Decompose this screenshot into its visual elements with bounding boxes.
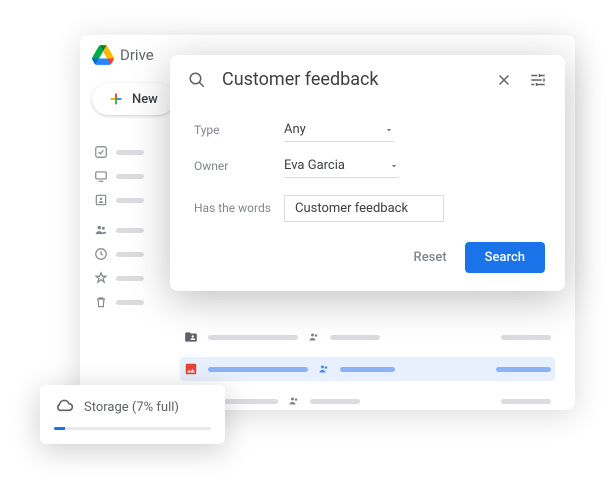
people-icon [94,223,108,237]
people-icon [288,395,300,407]
storage-fill [54,427,65,430]
filter-words-input[interactable] [284,195,444,222]
filter-owner-value: Eva Garcia [284,158,345,173]
sidebar-placeholder [116,252,144,257]
sidebar [94,145,144,309]
search-button[interactable]: Search [465,242,545,273]
clear-icon[interactable] [495,71,513,89]
filter-type-select[interactable]: Any [284,118,394,142]
app-name: Drive [120,46,154,64]
file-list [180,325,555,413]
file-meta-placeholder [340,367,395,372]
file-meta-placeholder [310,399,360,404]
file-meta-placeholder [501,335,551,340]
filter-words-label: Has the words [194,201,284,215]
file-name-placeholder [208,367,308,372]
checkbox-icon [94,145,108,159]
devices-icon [94,169,108,183]
star-icon [94,271,108,285]
reset-button[interactable]: Reset [414,250,447,265]
people-icon [308,331,320,343]
sidebar-placeholder [116,150,144,155]
sidebar-item-trash[interactable] [94,295,144,309]
storage-label: Storage (7% full) [84,400,179,415]
storage-header: Storage (7% full) [54,397,211,417]
sidebar-placeholder [116,300,144,305]
sidebar-placeholder [116,174,144,179]
clock-icon [94,247,108,261]
new-button[interactable]: New [92,83,174,115]
filter-type-label: Type [194,123,284,137]
file-row[interactable] [180,325,555,349]
file-meta-placeholder [330,335,380,340]
trash-icon [94,295,108,309]
file-row[interactable] [180,389,555,413]
plus-icon [108,91,124,107]
sidebar-item-computers[interactable] [94,169,144,183]
filter-owner-row: Owner Eva Garcia [194,148,541,184]
logo-area[interactable]: Drive [92,45,154,65]
search-actions: Reset Search [170,226,565,291]
search-input[interactable] [222,69,479,90]
file-name-placeholder [208,335,298,340]
filter-words-row: Has the words [194,190,541,226]
folder-shared-icon [184,330,198,344]
new-button-label: New [132,92,158,107]
shared-icon [94,193,108,207]
sidebar-item-starred[interactable] [94,271,144,285]
file-meta-placeholder [496,367,551,372]
sidebar-item-recent[interactable] [94,247,144,261]
file-meta-placeholder [501,399,551,404]
file-row-selected[interactable] [180,357,555,381]
sidebar-item-mydrive[interactable] [94,145,144,159]
image-icon [184,362,198,376]
cloud-icon [54,397,74,417]
sidebar-placeholder [116,276,144,281]
search-panel: Type Any Owner Eva Garcia Has the words … [170,55,565,291]
storage-card[interactable]: Storage (7% full) [40,385,225,444]
filter-type-row: Type Any [194,112,541,148]
people-icon [318,363,330,375]
sidebar-item-shared[interactable] [94,193,144,207]
search-icon[interactable] [188,71,206,89]
chevron-down-icon [384,125,394,135]
filter-owner-select[interactable]: Eva Garcia [284,154,399,178]
chevron-down-icon [389,161,399,171]
sidebar-placeholder [116,198,144,203]
tune-icon[interactable] [529,71,547,89]
search-filters: Type Any Owner Eva Garcia Has the words [170,104,565,226]
search-bar [170,55,565,104]
filter-type-value: Any [284,122,306,137]
filter-owner-label: Owner [194,159,284,173]
sidebar-placeholder [116,228,144,233]
drive-logo-icon [92,45,114,65]
sidebar-item-people[interactable] [94,223,144,237]
storage-bar [54,427,211,430]
